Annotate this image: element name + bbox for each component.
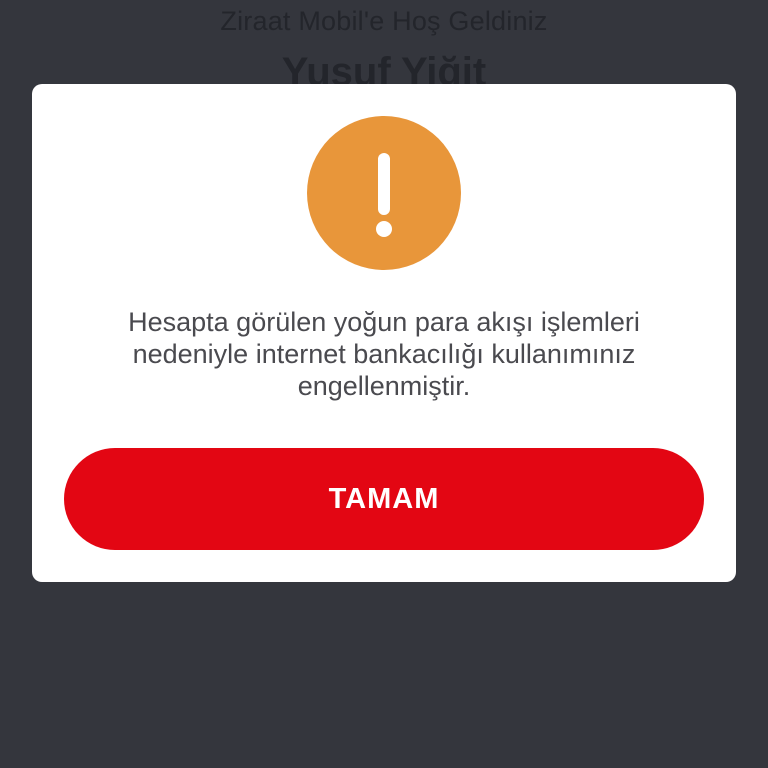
exclamation-mark-icon [376,153,392,237]
ok-button[interactable]: TAMAM [64,448,704,550]
alert-message-line: nedeniyle internet bankacılığı kullanımı… [132,339,636,369]
alert-dialog: Hesapta görülen yoğun para akışı işlemle… [32,84,736,582]
warning-exclamation-icon [307,116,461,270]
alert-message-line: engellenmiştir. [297,371,471,401]
welcome-text: Ziraat Mobil'e Hoş Geldiniz [220,6,548,36]
alert-message-line: Hesapta görülen yoğun para akışı işlemle… [128,307,640,337]
alert-message: Hesapta görülen yoğun para akışı işlemle… [72,306,696,402]
